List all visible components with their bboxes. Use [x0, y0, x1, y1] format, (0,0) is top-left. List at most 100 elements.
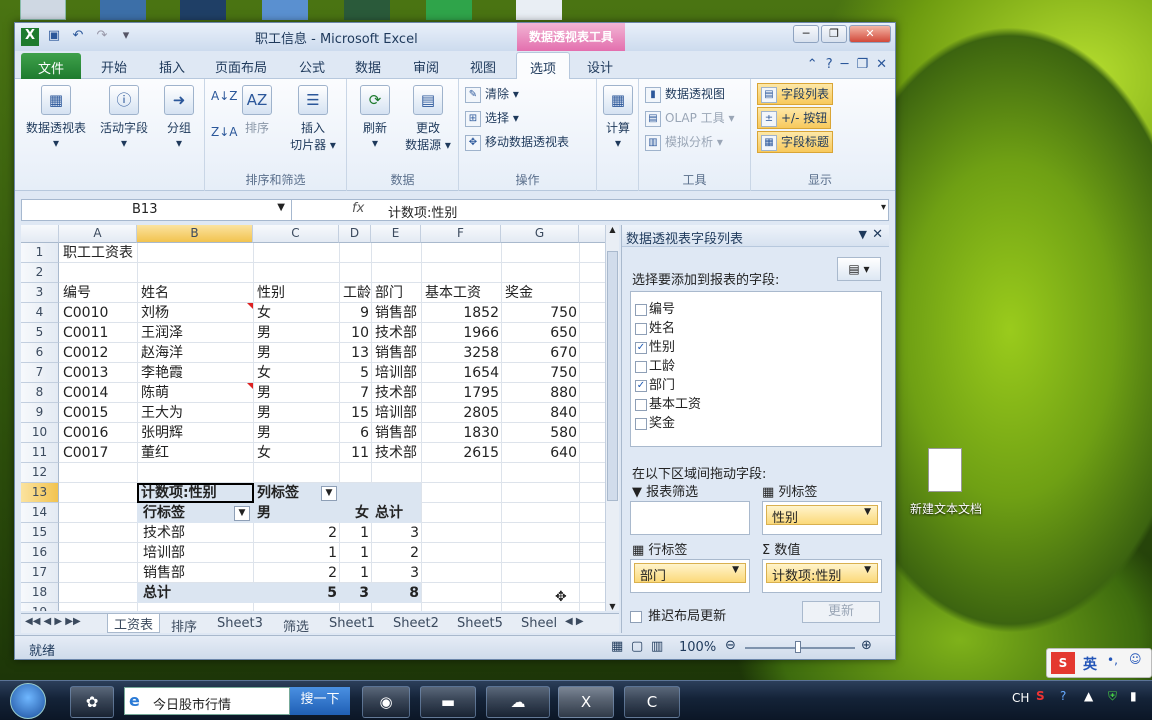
- pivot-cell[interactable]: 2: [255, 523, 339, 543]
- security-tray-icon[interactable]: ⛨: [1108, 689, 1117, 704]
- network-tray-icon[interactable]: ▮: [1130, 689, 1137, 703]
- field-checkbox[interactable]: [635, 303, 647, 316]
- update-button[interactable]: 更新: [802, 601, 880, 623]
- data-cell[interactable]: 1795: [421, 383, 501, 403]
- plus-minus-button[interactable]: ± +/- 按钮: [757, 107, 832, 129]
- data-cell[interactable]: 销售部: [373, 423, 421, 443]
- field-item[interactable]: 基本工资: [635, 393, 701, 412]
- select-button[interactable]: ⊞ 选择 ▾: [465, 109, 519, 127]
- text-file-icon[interactable]: [928, 448, 962, 492]
- data-cell[interactable]: 技术部: [373, 443, 421, 463]
- pivot-cell[interactable]: 1: [255, 543, 339, 563]
- data-cell[interactable]: 840: [501, 403, 579, 423]
- move-pivot-button[interactable]: ✥ 移动数据透视表: [465, 133, 569, 151]
- zoom-slider-thumb[interactable]: [795, 641, 801, 653]
- data-cell[interactable]: C0010: [61, 303, 137, 323]
- data-cell[interactable]: 15: [339, 403, 371, 423]
- pivot-chart-button[interactable]: ▮ 数据透视图: [645, 85, 725, 103]
- olap-tools-button[interactable]: ▤ OLAP 工具 ▾: [645, 109, 735, 127]
- comment-marker[interactable]: [247, 303, 253, 309]
- what-if-button[interactable]: ▥ 模拟分析 ▾: [645, 133, 723, 151]
- desktop-icon-7[interactable]: [516, 0, 562, 20]
- sort-button[interactable]: AZ 排序: [237, 85, 277, 136]
- data-cell[interactable]: 技术部: [373, 383, 421, 403]
- field-item[interactable]: 工龄: [635, 355, 675, 374]
- field-item[interactable]: ✓ 部门: [635, 374, 675, 393]
- comment-marker[interactable]: [247, 383, 253, 389]
- help-icon[interactable]: ?: [826, 57, 833, 72]
- scroll-up-icon[interactable]: ▲: [606, 225, 619, 234]
- data-cell[interactable]: 李艳霞: [139, 363, 251, 383]
- page-break-view-icon[interactable]: ▥: [651, 639, 663, 654]
- field-checkbox[interactable]: [635, 417, 647, 430]
- header-cell[interactable]: 编号: [61, 283, 137, 303]
- active-field-button[interactable]: ⓘ 活动字段 ▾: [95, 85, 153, 150]
- tab-review[interactable]: 审阅: [413, 57, 439, 76]
- taskbar-app-icon[interactable]: ✿: [70, 686, 114, 718]
- taskbar-camtasia-icon[interactable]: C: [624, 686, 680, 718]
- close-button[interactable]: ✕: [849, 25, 891, 43]
- corner-select-all[interactable]: [21, 225, 59, 243]
- row-header[interactable]: 11: [21, 443, 59, 463]
- data-cell[interactable]: 销售部: [373, 303, 421, 323]
- row-header[interactable]: 13: [21, 483, 59, 503]
- pivot-table-button[interactable]: ▦ 数据透视表 ▾: [21, 85, 91, 150]
- pivot-cell[interactable]: 3: [371, 563, 421, 583]
- field-checkbox[interactable]: [635, 322, 647, 335]
- chip-dropdown-icon[interactable]: ▼: [864, 507, 871, 517]
- sheet-tab-sheel[interactable]: Sheel: [521, 616, 557, 631]
- pivot-cell[interactable]: 2: [255, 563, 339, 583]
- expand-formula-icon[interactable]: ▾: [881, 202, 886, 213]
- header-cell[interactable]: 奖金: [503, 283, 579, 303]
- pivot-cell[interactable]: 1: [339, 523, 371, 543]
- pivot-count-label[interactable]: 计数项:性别: [139, 483, 251, 503]
- sogou-tray-icon[interactable]: S: [1036, 689, 1045, 703]
- col-header-f[interactable]: F: [421, 225, 501, 243]
- ribbon-collapse-icon[interactable]: ⌃: [807, 57, 818, 72]
- window-close-icon[interactable]: ✕: [876, 57, 887, 72]
- sheet-tab-sheet3[interactable]: Sheet3: [217, 616, 263, 631]
- data-cell[interactable]: 张明辉: [139, 423, 251, 443]
- row-field-chip[interactable]: 部门 ▼: [634, 563, 746, 584]
- pivot-female-header[interactable]: 女: [339, 503, 371, 523]
- col-header-d[interactable]: D: [339, 225, 371, 243]
- scroll-down-icon[interactable]: ▼: [606, 602, 619, 611]
- sheet-tab-sort[interactable]: 排序: [171, 616, 197, 635]
- row-labels-zone[interactable]: 部门 ▼: [630, 559, 750, 593]
- row-header[interactable]: 5: [21, 323, 59, 343]
- panel-menu-icon[interactable]: ▼: [859, 228, 867, 241]
- row-header[interactable]: 14: [21, 503, 59, 523]
- data-cell[interactable]: 2805: [421, 403, 501, 423]
- field-checkbox[interactable]: [635, 360, 647, 373]
- defer-update-option[interactable]: 推迟布局更新: [630, 605, 726, 624]
- data-cell[interactable]: 男: [255, 383, 339, 403]
- defer-update-checkbox[interactable]: [630, 610, 642, 623]
- clear-button[interactable]: ✎ 清除 ▾: [465, 85, 519, 103]
- restore-button[interactable]: ❐: [821, 25, 847, 43]
- data-cell[interactable]: 男: [255, 423, 339, 443]
- chip-dropdown-icon[interactable]: ▼: [864, 565, 871, 575]
- tab-design[interactable]: 设计: [587, 57, 613, 76]
- zoom-out-icon[interactable]: ⊖: [725, 638, 736, 653]
- punctuation-icon[interactable]: •,: [1107, 653, 1118, 667]
- sheet-nav-icon[interactable]: ◀◀ ◀ ▶ ▶▶: [25, 616, 81, 627]
- data-cell[interactable]: 董红: [139, 443, 251, 463]
- page-layout-view-icon[interactable]: ▢: [631, 639, 643, 654]
- window-restore-icon[interactable]: ❐: [856, 57, 868, 72]
- data-cell[interactable]: 580: [501, 423, 579, 443]
- row-header[interactable]: 19: [21, 603, 59, 611]
- sheet-tab-sheet2[interactable]: Sheet2: [393, 616, 439, 631]
- row-header[interactable]: 1: [21, 243, 59, 263]
- emoji-icon[interactable]: ☺: [1129, 652, 1142, 666]
- value-field-chip[interactable]: 计数项:性别 ▼: [766, 563, 878, 584]
- chip-dropdown-icon[interactable]: ▼: [732, 565, 739, 575]
- language-indicator[interactable]: CH: [1012, 691, 1029, 705]
- sort-desc-icon[interactable]: Z↓A: [211, 125, 237, 139]
- row-header[interactable]: 2: [21, 263, 59, 283]
- data-cell[interactable]: C0016: [61, 423, 137, 443]
- data-cell[interactable]: 1830: [421, 423, 501, 443]
- data-cell[interactable]: 女: [255, 303, 339, 323]
- data-cell[interactable]: 女: [255, 443, 339, 463]
- help-tray-icon[interactable]: ?: [1060, 689, 1066, 703]
- header-cell[interactable]: 性别: [255, 283, 339, 303]
